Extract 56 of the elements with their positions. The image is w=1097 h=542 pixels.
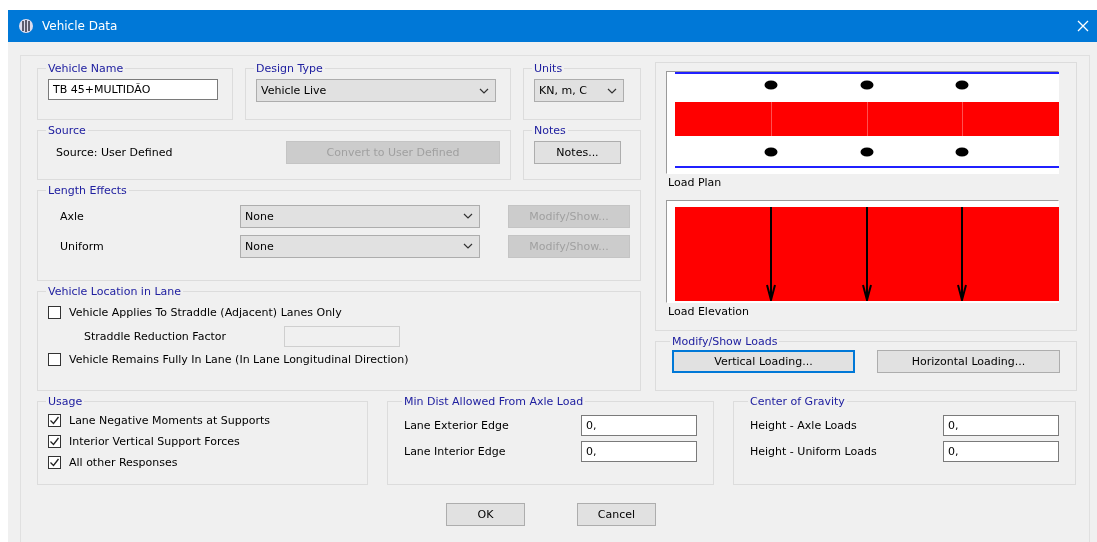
window-title: Vehicle Data [42, 19, 119, 33]
checkbox[interactable] [48, 435, 61, 448]
plan-label: Load Plan [668, 176, 723, 189]
checkbox[interactable] [48, 353, 61, 366]
dropdown-value: None [245, 209, 274, 223]
group-title: Length Effects [47, 184, 128, 197]
checkbox-label: Vehicle Applies To Straddle (Adjacent) Lanes Only [69, 306, 342, 319]
factor-label: Straddle Reduction Factor [84, 329, 227, 343]
checkbox[interactable] [48, 306, 61, 319]
elevation-label: Load Elevation [668, 305, 750, 318]
loading-button[interactable]: Vertical Loading... [672, 350, 855, 373]
checkbox-label: Interior Vertical Support Forces [69, 435, 240, 448]
notes-button[interactable]: Notes... [534, 141, 621, 164]
loading-button[interactable]: Horizontal Loading... [877, 350, 1060, 373]
length-effect-dropdown[interactable]: None [240, 234, 480, 258]
units-dropdown[interactable]: KN, m, C [534, 79, 624, 102]
dropdown-value: None [245, 239, 274, 253]
group-title: Center of Gravity [749, 395, 846, 408]
checkbox[interactable] [48, 456, 61, 469]
design-type-dropdown[interactable]: Vehicle Live [256, 79, 496, 102]
group-title: Modify/Show Loads [671, 335, 779, 348]
length-effect-dropdown[interactable]: None [240, 204, 480, 228]
row-label: Axle [60, 209, 85, 223]
dropdown-value: Vehicle Live [261, 84, 327, 97]
number-field[interactable]: 0, [943, 414, 1059, 436]
group-title: Usage [47, 395, 84, 408]
close-icon[interactable] [1077, 20, 1089, 32]
source-text: Source: User Defined [56, 146, 173, 159]
chevron-down-icon [607, 87, 617, 94]
checkbox-label: All other Responses [69, 456, 178, 469]
checkbox[interactable] [48, 414, 61, 427]
field-label: Height - Uniform Loads [750, 444, 877, 458]
field-label: Height - Axle Loads [750, 418, 857, 432]
group-title: Notes [533, 124, 567, 137]
checkbox-label: Lane Negative Moments at Supports [69, 414, 270, 427]
group-title: Vehicle Name [47, 62, 125, 75]
chevron-down-icon [463, 243, 473, 249]
number-field[interactable]: 0, [581, 414, 697, 436]
number-field[interactable]: 0, [581, 440, 697, 462]
chevron-down-icon [463, 213, 473, 219]
field-label: Lane Interior Edge [404, 444, 506, 458]
group-title: Source [47, 124, 87, 137]
checkbox-label: Vehicle Remains Fully In Lane (In Lane Longitudinal Direction) [69, 353, 409, 366]
group-title: Vehicle Location in Lane [47, 285, 182, 298]
number-field[interactable]: 0, [943, 440, 1059, 462]
field-label: Lane Exterior Edge [404, 418, 509, 432]
dialog-button[interactable]: Cancel [577, 503, 656, 526]
dialog-button[interactable]: OK [446, 503, 525, 526]
group-title: Min Dist Allowed From Axle Load [403, 395, 585, 408]
row-label: Uniform [60, 239, 105, 253]
chevron-down-icon [479, 87, 489, 94]
group-title: Design Type [255, 62, 324, 75]
vehicle-name-field[interactable]: TB 45+MULTIDÃO [48, 79, 218, 100]
group-title: Units [533, 62, 564, 75]
app-icon [18, 18, 34, 34]
dropdown-value: KN, m, C [539, 84, 587, 97]
